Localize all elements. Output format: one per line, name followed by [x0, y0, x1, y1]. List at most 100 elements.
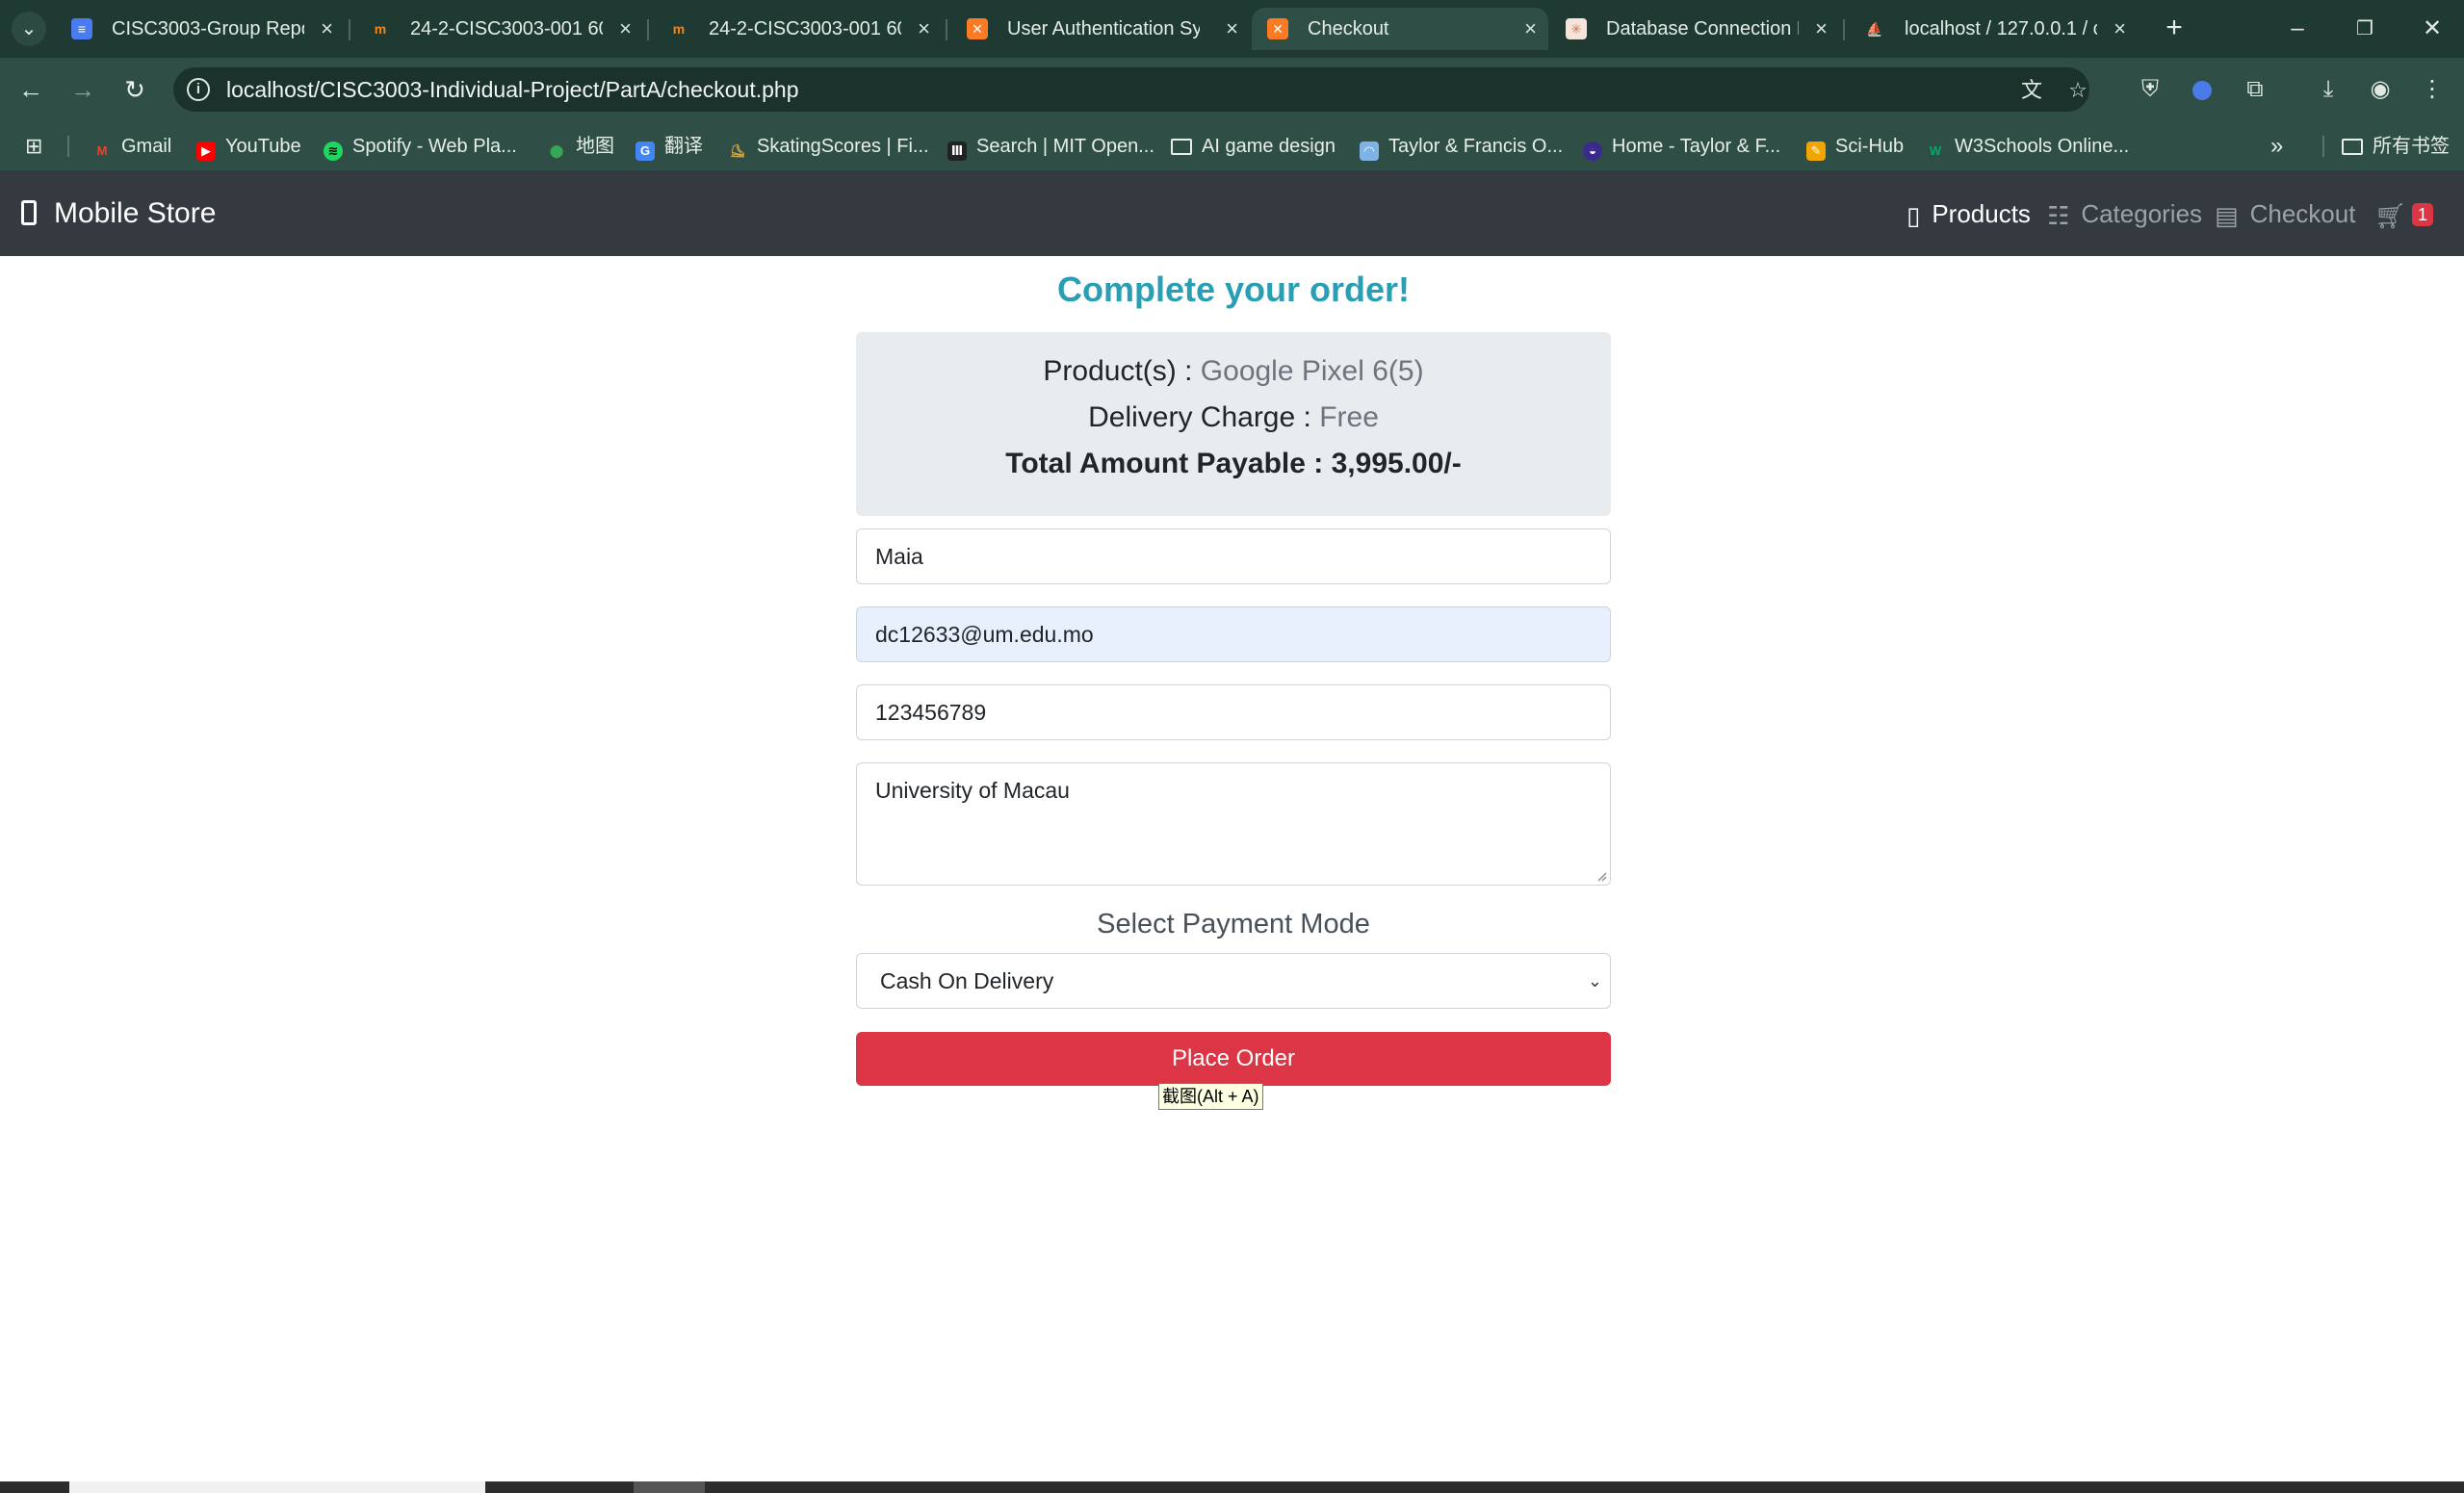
bookmark-w3schools[interactable]: W W3Schools Online... [1926, 121, 2129, 171]
page-title: Complete your order! [1056, 270, 1411, 309]
tab-moodle-2[interactable]: m 24-2-CISC3003-001 60 × [653, 8, 942, 50]
products-line: Product(s) : Google Pixel 6(5) [856, 355, 1611, 388]
youtube-icon: ▶ [196, 142, 216, 161]
payment-selected-value: Cash On Delivery [880, 968, 1054, 993]
more-menu-icon[interactable]: ⋮ [2415, 72, 2450, 107]
screenshot-tooltip: 截图(Alt + A) [1158, 1083, 1263, 1110]
email-input[interactable]: dc12633@um.edu.mo [856, 606, 1611, 662]
close-icon[interactable]: × [619, 8, 632, 50]
payment-mode-select[interactable]: Cash On Delivery ⌄ [856, 953, 1611, 1009]
bookmark-label: 翻译 [664, 136, 703, 157]
bookmarks-bar: ⊞ M Gmail ▶ YouTube ≋ Spotify - Web Pla... … [0, 121, 2464, 171]
taskbar-search[interactable] [69, 1481, 485, 1493]
tab-title: Checkout [1308, 18, 1389, 39]
tab-db-connection[interactable]: ✳ Database Connection E × [1550, 8, 1839, 50]
close-icon[interactable]: × [2114, 8, 2126, 50]
place-order-button[interactable]: Place Order [856, 1032, 1611, 1086]
address-bar[interactable]: i localhost/CISC3003-Individual-Project/… [173, 67, 2089, 112]
tab-user-auth[interactable]: ✕ User Authentication Sys × [951, 8, 1250, 50]
products-value: Google Pixel 6(5) [1200, 355, 1424, 387]
close-icon[interactable]: × [321, 8, 333, 50]
total-label: Total Amount Payable : [1005, 448, 1324, 479]
tab-checkout[interactable]: ✕ Checkout × [1252, 8, 1548, 50]
bookmark-star-icon[interactable]: ☆ [2064, 77, 2091, 104]
store-navbar: Mobile Store ▯ Products ☷ Categories ▤ Chec… [0, 171, 2464, 256]
name-input[interactable]: Maia [856, 528, 1611, 584]
bookmark-label: 所有书签 [2373, 136, 2450, 157]
nav-products-link[interactable]: ▯ Products [1906, 171, 2031, 256]
bookmark-label: SkatingScores | Fi... [757, 136, 929, 157]
address-value: University of Macau [875, 778, 1070, 803]
url-text[interactable]: localhost/CISC3003-Individual-Project/Pa… [226, 67, 799, 112]
tab-title: 24-2-CISC3003-001 60 [410, 18, 603, 39]
tab-phpmyadmin[interactable]: ⛵ localhost / 127.0.0.1 / c × [1849, 8, 2138, 50]
site-info-icon[interactable]: i [187, 78, 210, 101]
translate-icon[interactable]: 文 [2018, 77, 2045, 104]
browser-tab-strip: ⌄ ≡ CISC3003-Group Repor × m 24-2-CISC30… [0, 0, 2464, 58]
blue-extension-icon[interactable] [2185, 72, 2219, 107]
resize-grip-icon[interactable] [1595, 870, 1607, 882]
tab-divider [946, 19, 947, 40]
tf-home-icon: ◒ [1583, 142, 1602, 161]
close-icon[interactable]: × [1226, 8, 1238, 50]
chevron-down-icon: ⌄ [1587, 971, 1602, 991]
back-button[interactable]: ← [13, 72, 48, 107]
order-summary: Product(s) : Google Pixel 6(5) Delivery … [856, 332, 1611, 516]
shield-extension-icon[interactable]: ⛨ [2133, 72, 2167, 107]
nav-categories-link[interactable]: ☷ Categories [2047, 171, 2202, 256]
bookmark-youtube[interactable]: ▶ YouTube [196, 121, 301, 171]
folder-icon [1171, 139, 1192, 155]
bookmark-label: W3Schools Online... [1955, 136, 2130, 157]
more-bookmarks-chevron-icon[interactable]: » [2270, 121, 2283, 171]
taskbar-item[interactable] [634, 1481, 705, 1493]
bookmark-ai-game-design[interactable]: AI game design [1171, 121, 1336, 171]
new-tab-button[interactable]: + [2157, 10, 2192, 48]
bookmark-taylor-francis-home[interactable]: ◒ Home - Taylor & F... [1583, 121, 1780, 171]
tab-group-report[interactable]: ≡ CISC3003-Group Repor × [56, 8, 345, 50]
tab-moodle-1[interactable]: m 24-2-CISC3003-001 60 × [354, 8, 643, 50]
brand-link[interactable]: Mobile Store [21, 171, 216, 256]
bookmark-spotify[interactable]: ≋ Spotify - Web Pla... [324, 121, 517, 171]
close-icon[interactable]: × [1524, 8, 1537, 50]
bookmark-translate[interactable]: G 翻译 [635, 121, 703, 171]
bookmark-label: Sci-Hub [1835, 136, 1905, 157]
bookmark-label: Home - Taylor & F... [1612, 136, 1781, 157]
bookmark-label: 地图 [576, 136, 614, 157]
bookmark-maps[interactable]: ⬤ 地图 [547, 121, 614, 171]
card-icon: ▤ [2215, 201, 2239, 230]
phpmyadmin-icon: ⛵ [1866, 21, 1883, 37]
moodle-icon: m [672, 21, 686, 37]
delivery-value: Free [1319, 401, 1379, 433]
tab-search-icon[interactable]: ⌄ [12, 12, 46, 46]
nav-cart-link[interactable]: 🛒︎ 1 [2374, 171, 2434, 256]
nav-label: Categories [2081, 199, 2203, 228]
phone-input[interactable]: 123456789 [856, 684, 1611, 740]
products-label: Product(s) : [1043, 355, 1193, 387]
all-bookmarks-folder[interactable]: 所有书签 [2342, 121, 2450, 171]
brand-name: Mobile Store [54, 197, 217, 229]
apps-grid-icon[interactable]: ⊞ [25, 121, 42, 171]
translate-icon: G [635, 142, 655, 161]
minimize-button[interactable]: – [2269, 10, 2326, 48]
restore-button[interactable]: ❐ [2336, 10, 2394, 48]
bookmark-gmail[interactable]: M Gmail [92, 121, 172, 171]
nav-checkout-link[interactable]: ▤ Checkout [2215, 171, 2355, 256]
address-textarea[interactable]: University of Macau [856, 762, 1611, 886]
mobile-icon [21, 200, 37, 225]
bookmark-taylor-francis[interactable]: ◠ Taylor & Francis O... [1360, 121, 1563, 171]
bookmark-mit[interactable]: Ⅲ Search | MIT Open... [947, 121, 1154, 171]
close-icon[interactable]: × [918, 8, 930, 50]
profile-avatar-icon[interactable]: ◉ [2363, 72, 2398, 107]
bookmark-scihub[interactable]: ✎ Sci-Hub [1806, 121, 1904, 171]
delivery-line: Delivery Charge : Free [856, 401, 1611, 434]
forward-button[interactable]: → [65, 72, 100, 107]
bookmark-skatingscores[interactable]: ⛸ SkatingScores | Fi... [728, 121, 929, 171]
extensions-puzzle-icon[interactable]: ⧉ [2238, 72, 2272, 107]
w3schools-icon: W [1929, 143, 1942, 158]
close-window-button[interactable]: ✕ [2403, 10, 2461, 48]
reload-button[interactable]: ↻ [117, 72, 152, 107]
download-icon[interactable]: ⤓ [2311, 72, 2346, 107]
mit-icon: Ⅲ [947, 142, 967, 161]
close-icon[interactable]: × [1815, 8, 1828, 50]
browser-toolbar: ← → ↻ i localhost/CISC3003-Individual-Pr… [0, 58, 2464, 121]
